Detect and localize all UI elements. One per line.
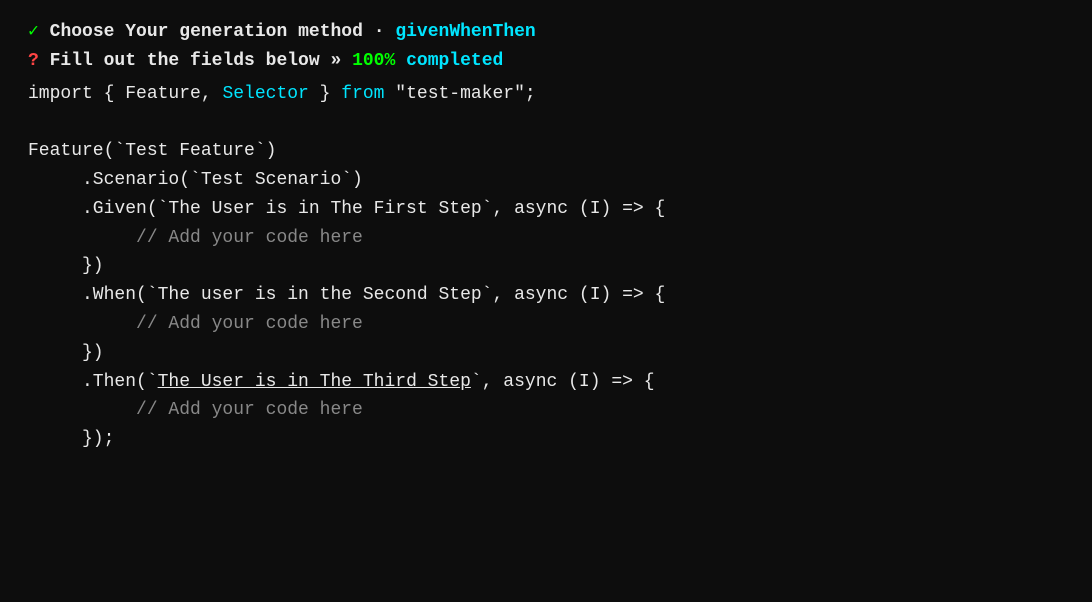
when-comment-text: // Add your code here [28, 310, 363, 339]
scenario-line: .Scenario(`Test Scenario`) [28, 166, 1064, 195]
when-close-text: }) [28, 339, 104, 368]
then-comment-text: // Add your code here [28, 396, 363, 425]
percent-text: 100% [352, 47, 395, 76]
feature-call-line: Feature(`Test Feature`) [28, 137, 1064, 166]
given-close-text: }) [28, 252, 104, 281]
fill-fields-text: Fill out the fields below [39, 47, 331, 76]
code-block: import { Feature, Selector } from "test-… [28, 80, 1064, 454]
then-step-text: The User is in The Third Step [158, 368, 471, 397]
given-comment-line: // Add your code here [28, 224, 1064, 253]
import-text: import { Feature, [28, 80, 222, 109]
then-comment-line: // Add your code here [28, 396, 1064, 425]
when-comment-line: // Add your code here [28, 310, 1064, 339]
given-comment-text: // Add your code here [28, 224, 363, 253]
method-name: givenWhenThen [395, 18, 535, 47]
blank-line1 [28, 108, 1064, 137]
import-text2: } [309, 80, 341, 109]
feature-call-text: Feature(`Test Feature`) [28, 137, 276, 166]
header-line2: ? Fill out the fields below » 100% compl… [28, 47, 1064, 76]
then-close-line: }); [28, 425, 1064, 454]
then-suffix: `, async (I) => { [471, 368, 655, 397]
question-mark: ? [28, 47, 39, 76]
given-text: .Given(`The User is in The First Step`, … [28, 195, 665, 224]
checkmark-icon: ✓ [28, 18, 39, 47]
scenario-text: .Scenario(`Test Scenario`) [28, 166, 363, 195]
when-line: .When(`The user is in the Second Step`, … [28, 281, 1064, 310]
given-close-line: }) [28, 252, 1064, 281]
then-prefix: .Then(` [28, 368, 158, 397]
completed-text: completed [395, 47, 503, 76]
then-line: .Then(`The User is in The Third Step`, a… [28, 368, 1064, 397]
import-line: import { Feature, Selector } from "test-… [28, 80, 1064, 109]
import-text3: "test-maker"; [384, 80, 535, 109]
then-close-text: }); [28, 425, 114, 454]
when-close-line: }) [28, 339, 1064, 368]
header-line1: ✓ Choose Your generation method · givenW… [28, 18, 1064, 47]
given-line: .Given(`The User is in The First Step`, … [28, 195, 1064, 224]
choose-method-text: Choose Your generation method · [39, 18, 395, 47]
from-keyword: from [341, 80, 384, 109]
when-text: .When(`The user is in the Second Step`, … [28, 281, 665, 310]
arrow-text: » [330, 47, 352, 76]
selector-keyword: Selector [222, 80, 308, 109]
